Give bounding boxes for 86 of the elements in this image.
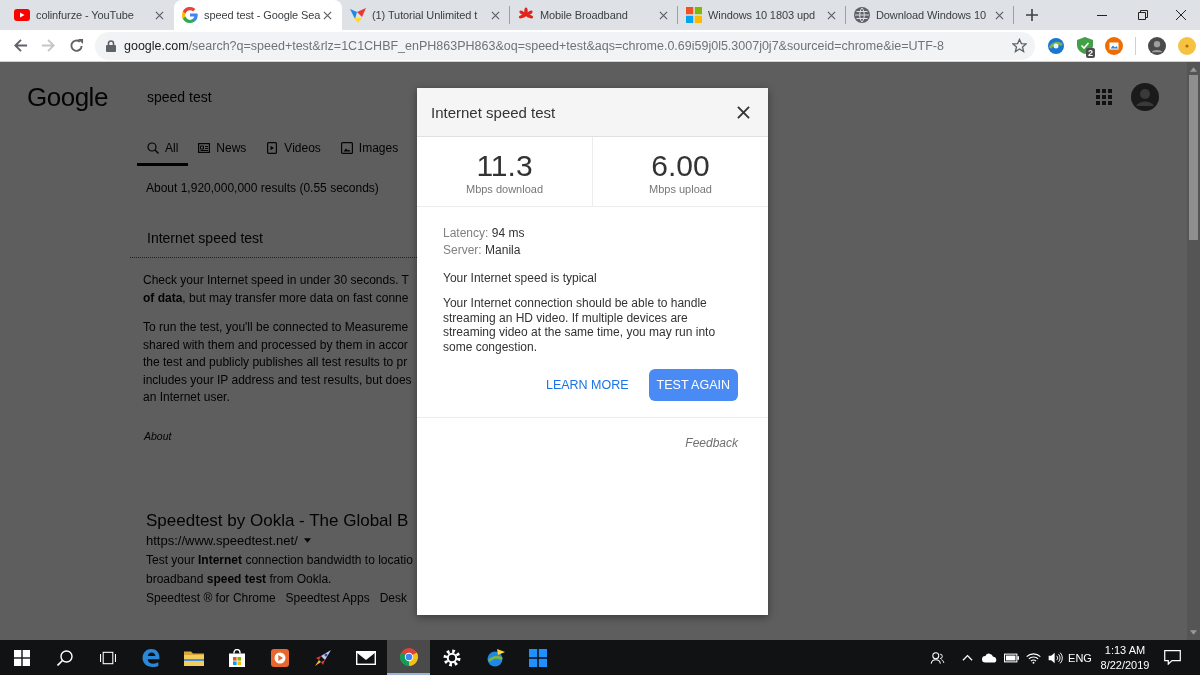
feedback-link[interactable]: Feedback (685, 436, 738, 451)
browser-tab[interactable]: Download Windows 10 (846, 0, 1014, 30)
search-icon (56, 649, 73, 666)
clock[interactable]: 1:13 AM 8/22/2019 (1094, 642, 1156, 673)
four-squares-icon (686, 7, 702, 23)
browser-tab[interactable]: Mobile Broadband (510, 0, 678, 30)
reload-icon (68, 38, 84, 53)
chevron-up-icon[interactable] (961, 654, 973, 661)
sitelink[interactable]: Speedtest ® for Chrome (146, 588, 276, 608)
star-icon[interactable] (1012, 38, 1027, 53)
bird-logo-icon (350, 7, 366, 23)
sitelink[interactable]: Desk (379, 588, 407, 608)
speed-unit: Mbps upload (649, 182, 712, 196)
card-paragraph: To run the test, you'll be connected to Measureme shared with them and processed by them in accor the test and publicly publishes all test results to pr includes your IP address and test results, but does an Internet user. (142, 319, 412, 406)
e-browser-icon (140, 648, 161, 667)
browser-tab[interactable]: colinfurze - YouTube (6, 0, 174, 30)
wifi-icon[interactable] (1025, 651, 1041, 664)
avatar-icon[interactable] (1148, 36, 1166, 55)
close-icon[interactable] (737, 105, 750, 119)
result-url: https://www.speedtest.net/ (146, 533, 298, 548)
browser-tab[interactable]: (1) Tutorial Unlimited t (342, 0, 510, 30)
scrollbar-thumb[interactable] (1189, 75, 1198, 240)
media-player-icon (269, 648, 290, 667)
browser-tab[interactable]: speed test - Google Sea (174, 0, 342, 30)
test-again-button[interactable]: TEST AGAIN (648, 369, 738, 401)
rocket-icon (312, 648, 333, 667)
browser-tab[interactable]: Windows 10 1803 upd (678, 0, 846, 30)
search-tab[interactable]: All (137, 132, 189, 166)
sitelink[interactable]: Speedtest Apps (285, 588, 370, 608)
envelope-icon (355, 648, 376, 667)
apps-grid-icon[interactable] (1096, 89, 1112, 105)
speed-description: Your Internet connection should be able to handle streaming an HD video. If multiple devices are streaming video at the same time, you may run into some congestion. (443, 296, 717, 354)
play-logo-icon (14, 7, 30, 23)
search-icon (147, 141, 159, 154)
windows-tile-icon (527, 648, 548, 667)
about-link[interactable]: About (137, 428, 172, 443)
minimize-icon (1097, 14, 1107, 16)
back-arrow-icon (12, 38, 28, 53)
result-stats: About 1,920,000,000 results (0.55 seconds) (145, 180, 380, 196)
speed-verdict: Your Internet speed is typical (443, 270, 597, 287)
lock-icon (106, 39, 116, 52)
ring-logo-icon[interactable] (1047, 36, 1065, 55)
caret-icon[interactable] (303, 538, 311, 543)
search-tab[interactable]: News (188, 132, 257, 166)
gear-icon (441, 648, 462, 667)
result-title[interactable]: Speedtest by Ookla - The Global B (137, 510, 409, 531)
speaker-icon[interactable] (1047, 651, 1063, 664)
image-icon (340, 141, 353, 154)
result-snippet: Test your Internet connection bandwidth to locatio broadband speed test from Ookla. (145, 551, 413, 588)
people-icon[interactable] (929, 651, 945, 664)
windows-logo-icon (13, 649, 30, 666)
notification-icon[interactable] (1163, 650, 1181, 665)
g-logo-icon (182, 7, 198, 23)
restore-icon (1138, 10, 1148, 20)
close-icon (1176, 10, 1186, 20)
close-icon[interactable] (323, 10, 332, 20)
newspaper-icon (198, 141, 211, 154)
arrow-down-icon[interactable] (1190, 630, 1197, 635)
detail-line: Server: Manila (443, 242, 521, 259)
google-logo[interactable]: Google (27, 81, 147, 113)
globe-icon (854, 7, 870, 23)
picture-circle-icon[interactable] (1105, 36, 1123, 55)
detail-line: Latency: 94 ms (443, 225, 525, 242)
task-view-icon (99, 649, 116, 666)
plus-icon (1026, 9, 1038, 21)
search-tab[interactable]: Videos (256, 132, 331, 166)
round-browser-icon (398, 647, 419, 666)
extension-badge: 2 (1086, 48, 1095, 58)
shopping-bag-icon (226, 648, 247, 667)
scrollbar[interactable] (1187, 62, 1200, 640)
cloud-icon[interactable] (981, 651, 997, 664)
search-field[interactable]: speed test (147, 89, 212, 105)
speed-value: 6.00 (651, 150, 710, 182)
search-tab[interactable]: Images (330, 132, 409, 166)
language-indicator[interactable]: ENG (1066, 651, 1094, 664)
card-paragraph: Check your Internet speed in under 30 seconds. T of data, but may transfer more data on fast conne (142, 272, 409, 307)
speed-value: 11.3 (476, 150, 533, 182)
arrow-up-icon[interactable] (1190, 67, 1197, 72)
battery-icon[interactable] (1003, 651, 1019, 664)
speed-unit: Mbps download (465, 182, 544, 196)
address-bar[interactable]: google.com/search?q=speed+test&rlz=1C1CHBF_enPH863PH863&oq=speed+test&aqs=chrome.0.69i59j0l5.3007j0j7&sourceid=chrome&ie=UTF-8 (95, 31, 1035, 60)
learn-more-link[interactable]: LEARN MORE (539, 369, 635, 401)
card-title: Internet speed test (146, 230, 263, 246)
forward-arrow-icon (40, 38, 56, 53)
dialog-title: Internet speed test (431, 103, 556, 121)
video-icon (266, 141, 279, 154)
